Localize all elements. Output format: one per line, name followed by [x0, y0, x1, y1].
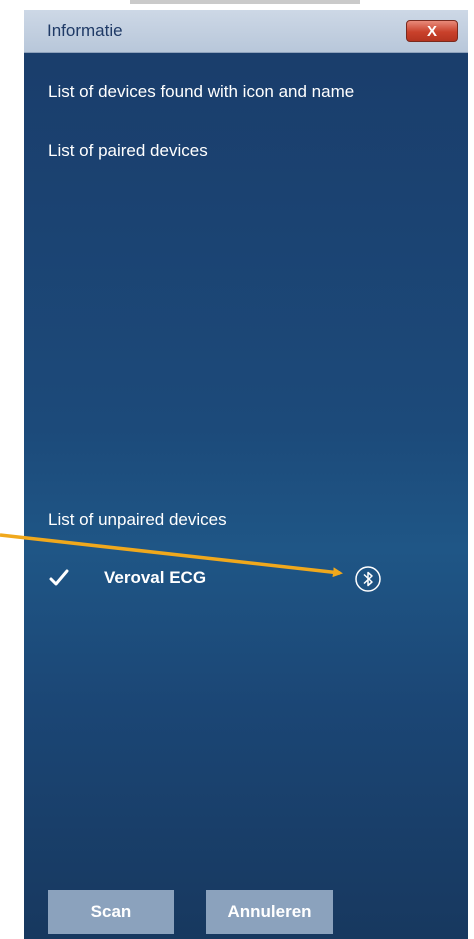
background-window-text: [130, 0, 360, 4]
dialog-title: Informatie: [47, 21, 123, 40]
close-button[interactable]: X: [406, 20, 458, 42]
unpaired-devices-label: List of unpaired devices: [48, 510, 227, 529]
bluetooth-icon[interactable]: [354, 565, 382, 593]
close-icon: X: [426, 22, 437, 40]
device-name: Veroval ECG: [104, 568, 207, 587]
scan-button[interactable]: Scan: [48, 890, 174, 934]
information-dialog: Informatie X List of devices found with …: [24, 10, 468, 939]
checkmark-icon: [49, 569, 69, 586]
found-devices-label: List of devices found with icon and name: [48, 82, 355, 101]
title-bar[interactable]: Informatie X: [24, 10, 468, 53]
cancel-button[interactable]: Annuleren: [206, 890, 333, 934]
list-item-device[interactable]: Veroval ECG: [48, 565, 448, 595]
paired-devices-label: List of paired devices: [48, 141, 208, 160]
background-window-edge: [0, 0, 24, 939]
screenshot: Informatie X List of devices found with …: [0, 0, 474, 939]
